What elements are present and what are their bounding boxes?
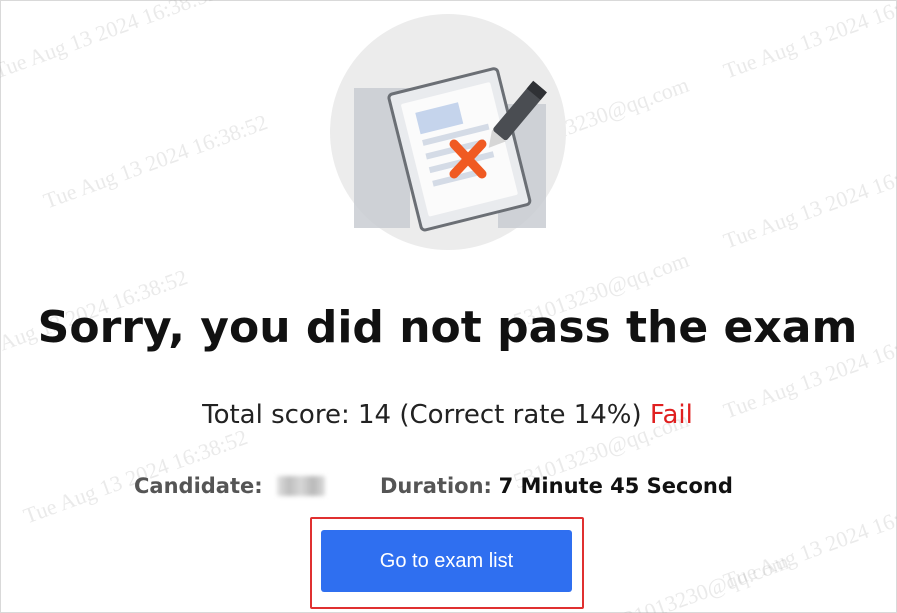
go-to-exam-list-button[interactable]: Go to exam list bbox=[321, 530, 572, 592]
score-text: Total score: 14 (Correct rate 14%) bbox=[202, 400, 642, 430]
duration-label: Duration: bbox=[380, 474, 492, 498]
exam-fail-illustration bbox=[330, 14, 566, 250]
fail-status-label: Fail bbox=[649, 400, 693, 430]
duration-value: 7 Minute 45 Second bbox=[498, 474, 733, 498]
candidate-info: Candidate: Duration: 7 Minute 45 Second bbox=[134, 474, 834, 498]
candidate-name-redacted bbox=[276, 476, 325, 496]
candidate-label: Candidate: bbox=[134, 474, 263, 498]
score-summary: Total score: 14 (Correct rate 14%) Fail bbox=[0, 400, 895, 430]
result-title: Sorry, you did not pass the exam bbox=[37, 302, 858, 353]
duration-info: Duration: 7 Minute 45 Second bbox=[380, 474, 733, 498]
